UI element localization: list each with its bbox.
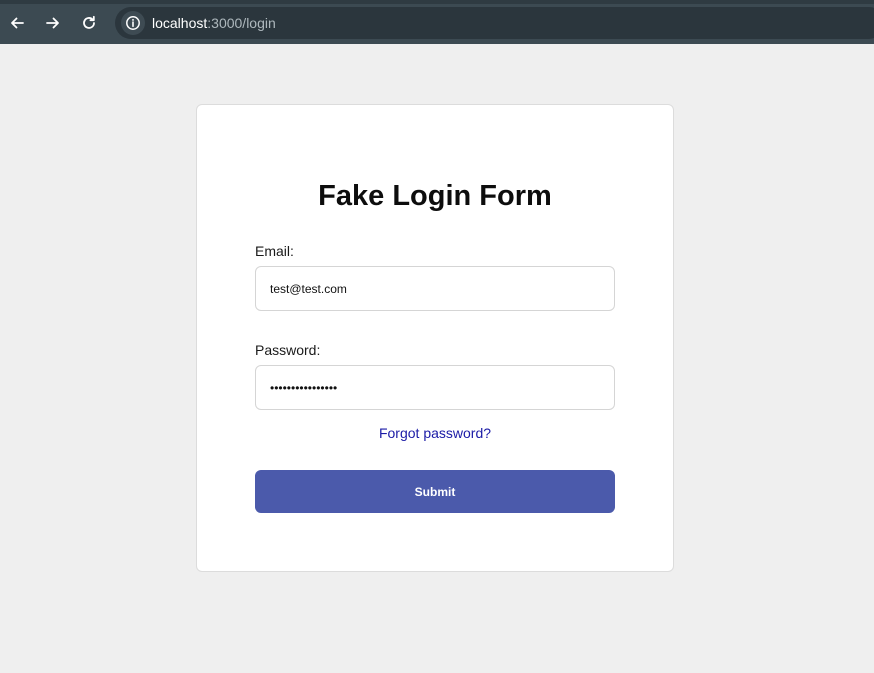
site-info-button[interactable] (121, 11, 145, 35)
email-field[interactable] (255, 266, 615, 311)
url-host: localhost (152, 15, 208, 31)
back-arrow-icon (11, 17, 24, 29)
password-label: Password: (255, 342, 321, 358)
site-info-icon (126, 16, 140, 30)
reload-icon (83, 15, 95, 29)
forgot-password-link[interactable]: Forgot password? (0, 424, 870, 442)
reload-button[interactable] (75, 9, 103, 37)
forward-arrow-icon (46, 17, 59, 29)
url-text[interactable]: localhost:3000/login (152, 14, 276, 32)
address-bar[interactable]: localhost:3000/login (115, 7, 874, 39)
url-path: :3000/login (207, 15, 276, 31)
submit-button[interactable]: Submit (255, 470, 615, 513)
form-title: Fake Login Form (318, 180, 552, 212)
forward-button[interactable] (39, 9, 67, 37)
email-label: Email: (255, 243, 294, 259)
browser-toolbar: localhost:3000/login (0, 0, 874, 44)
password-field[interactable] (255, 365, 615, 410)
back-button[interactable] (3, 9, 31, 37)
